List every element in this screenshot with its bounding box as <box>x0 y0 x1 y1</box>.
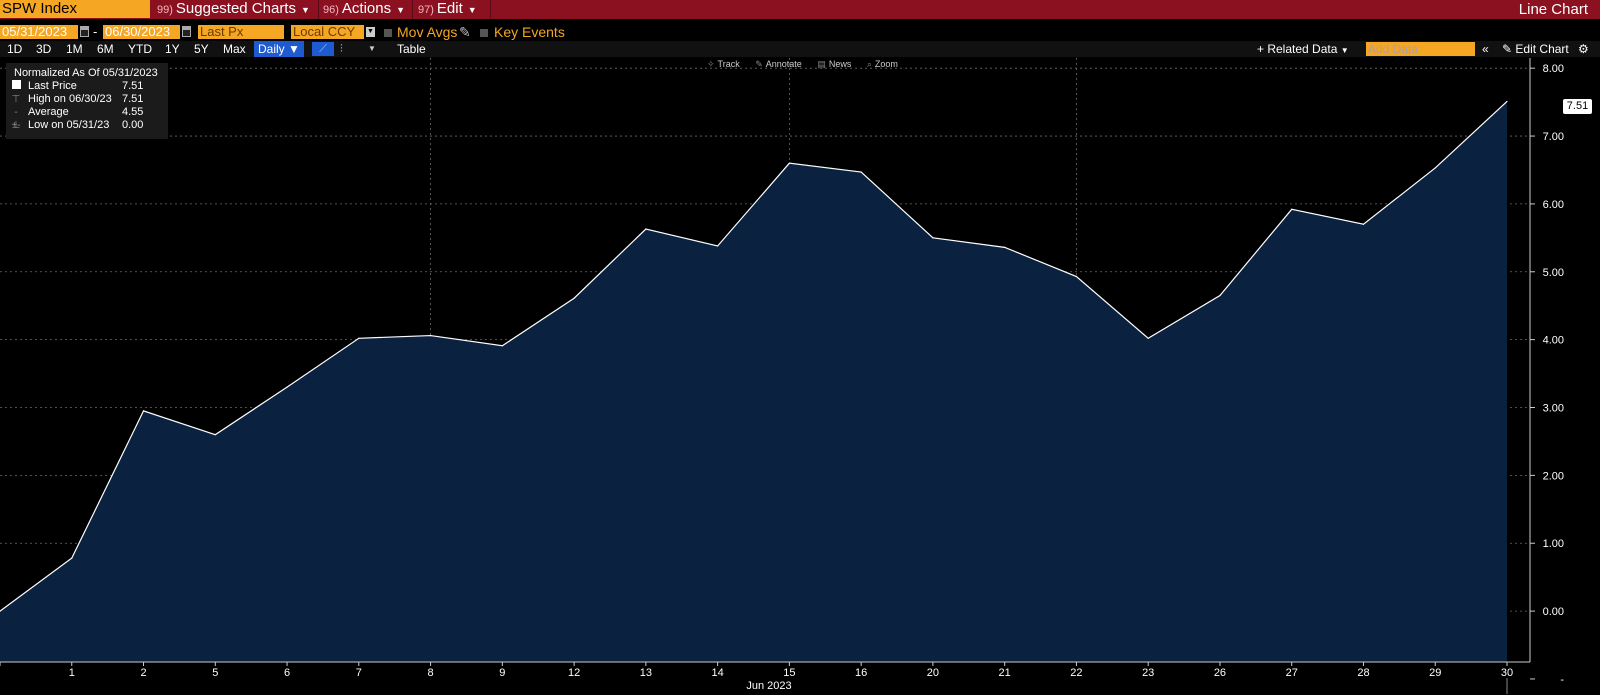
news-tool[interactable]: ▤ News <box>817 59 851 69</box>
x-tick-label: 8 <box>428 667 434 679</box>
data-point <box>1362 223 1365 225</box>
line-chart[interactable]: -0.001.002.003.004.005.006.007.008.001 2 5… <box>0 0 1600 695</box>
y-tick-label: 3.00 <box>1543 403 1564 415</box>
x-tick-label: 16 <box>855 667 867 679</box>
x-tick-label: 14 <box>711 667 723 679</box>
legend-title: Normalized As Of 05/31/2023 <box>14 67 158 79</box>
data-point <box>1291 208 1293 210</box>
y-tick-label: 8.00 <box>1543 63 1564 75</box>
data-point <box>573 297 575 299</box>
y-tick-label: 5.00 <box>1543 267 1564 279</box>
data-point <box>1147 337 1149 339</box>
x-tick-label: 15 <box>783 667 795 679</box>
chart-legend: Normalized As Of 05/31/2023 Last Price 7… <box>6 63 168 139</box>
data-point <box>860 171 862 173</box>
data-point <box>142 410 145 412</box>
x-tick-label: 29 <box>1429 667 1441 679</box>
x-tick-label: 22 <box>1070 667 1082 679</box>
x-tick-label: 2 <box>140 667 146 679</box>
x-axis-label: Jun 2023 <box>746 680 791 692</box>
legend-row-high: ⊤ High on 06/30/23 7.51 <box>11 93 144 105</box>
x-tick-label: 13 <box>640 667 652 679</box>
y-tick-label: 4.00 <box>1543 335 1564 347</box>
data-point <box>1075 275 1078 278</box>
low-marker-icon: ⊥ <box>11 120 21 131</box>
x-tick-label: 30 <box>1501 667 1513 679</box>
data-point <box>645 228 647 230</box>
track-tool[interactable]: ✧ Track <box>707 59 740 69</box>
last-value-tag: 7.51 <box>1563 99 1592 114</box>
y-tick-label: 6.00 <box>1543 199 1564 211</box>
data-point <box>71 557 73 559</box>
x-tick-label: 28 <box>1357 667 1369 679</box>
legend-row-low: ⊥ Low on 05/31/23 0.00 <box>11 119 144 131</box>
legend-row-average: -+- Average 4.55 <box>11 106 144 131</box>
x-tick-label: 27 <box>1286 667 1298 679</box>
x-tick-label: 5 <box>212 667 218 679</box>
data-point <box>501 345 503 347</box>
x-tick-label: 7 <box>356 667 362 679</box>
data-point <box>1434 167 1436 169</box>
data-point <box>788 162 790 164</box>
x-tick-label: 12 <box>568 667 580 679</box>
series-swatch <box>10 80 22 93</box>
y-tick-label: 7.00 <box>1543 131 1564 143</box>
x-tick-label: 21 <box>999 667 1011 679</box>
x-tick-label: 9 <box>499 667 505 679</box>
x-tick-label: 20 <box>927 667 939 679</box>
data-point <box>932 237 934 239</box>
y-tick-label: 2.00 <box>1543 470 1564 482</box>
data-point <box>717 245 719 247</box>
y-tick-label: 1.00 <box>1543 538 1564 550</box>
x-tick-label: 6 <box>284 667 290 679</box>
y-tick-label: - <box>1560 674 1564 686</box>
data-point <box>1506 100 1508 103</box>
x-tick-label: 23 <box>1142 667 1154 679</box>
data-point <box>214 434 216 436</box>
x-tick-label: 26 <box>1214 667 1226 679</box>
data-point <box>1004 246 1006 248</box>
data-point <box>429 334 432 337</box>
legend-row-last-price[interactable]: Last Price 7.51 <box>6 80 168 93</box>
zoom-tool[interactable]: ⌕ Zoom <box>867 59 898 69</box>
high-marker-icon: ⊤ <box>11 94 21 105</box>
data-point <box>1219 294 1221 297</box>
x-tick-label: 1 <box>69 667 75 679</box>
annotate-tool[interactable]: ✎ Annotate <box>755 59 802 69</box>
data-point <box>358 337 360 339</box>
series-area <box>0 101 1507 662</box>
chart-tools: ✧ Track ✎ Annotate ▤ News ⌕ Zoom <box>707 59 911 70</box>
y-tick-label: 0.00 <box>1543 606 1564 618</box>
data-point <box>286 386 288 388</box>
